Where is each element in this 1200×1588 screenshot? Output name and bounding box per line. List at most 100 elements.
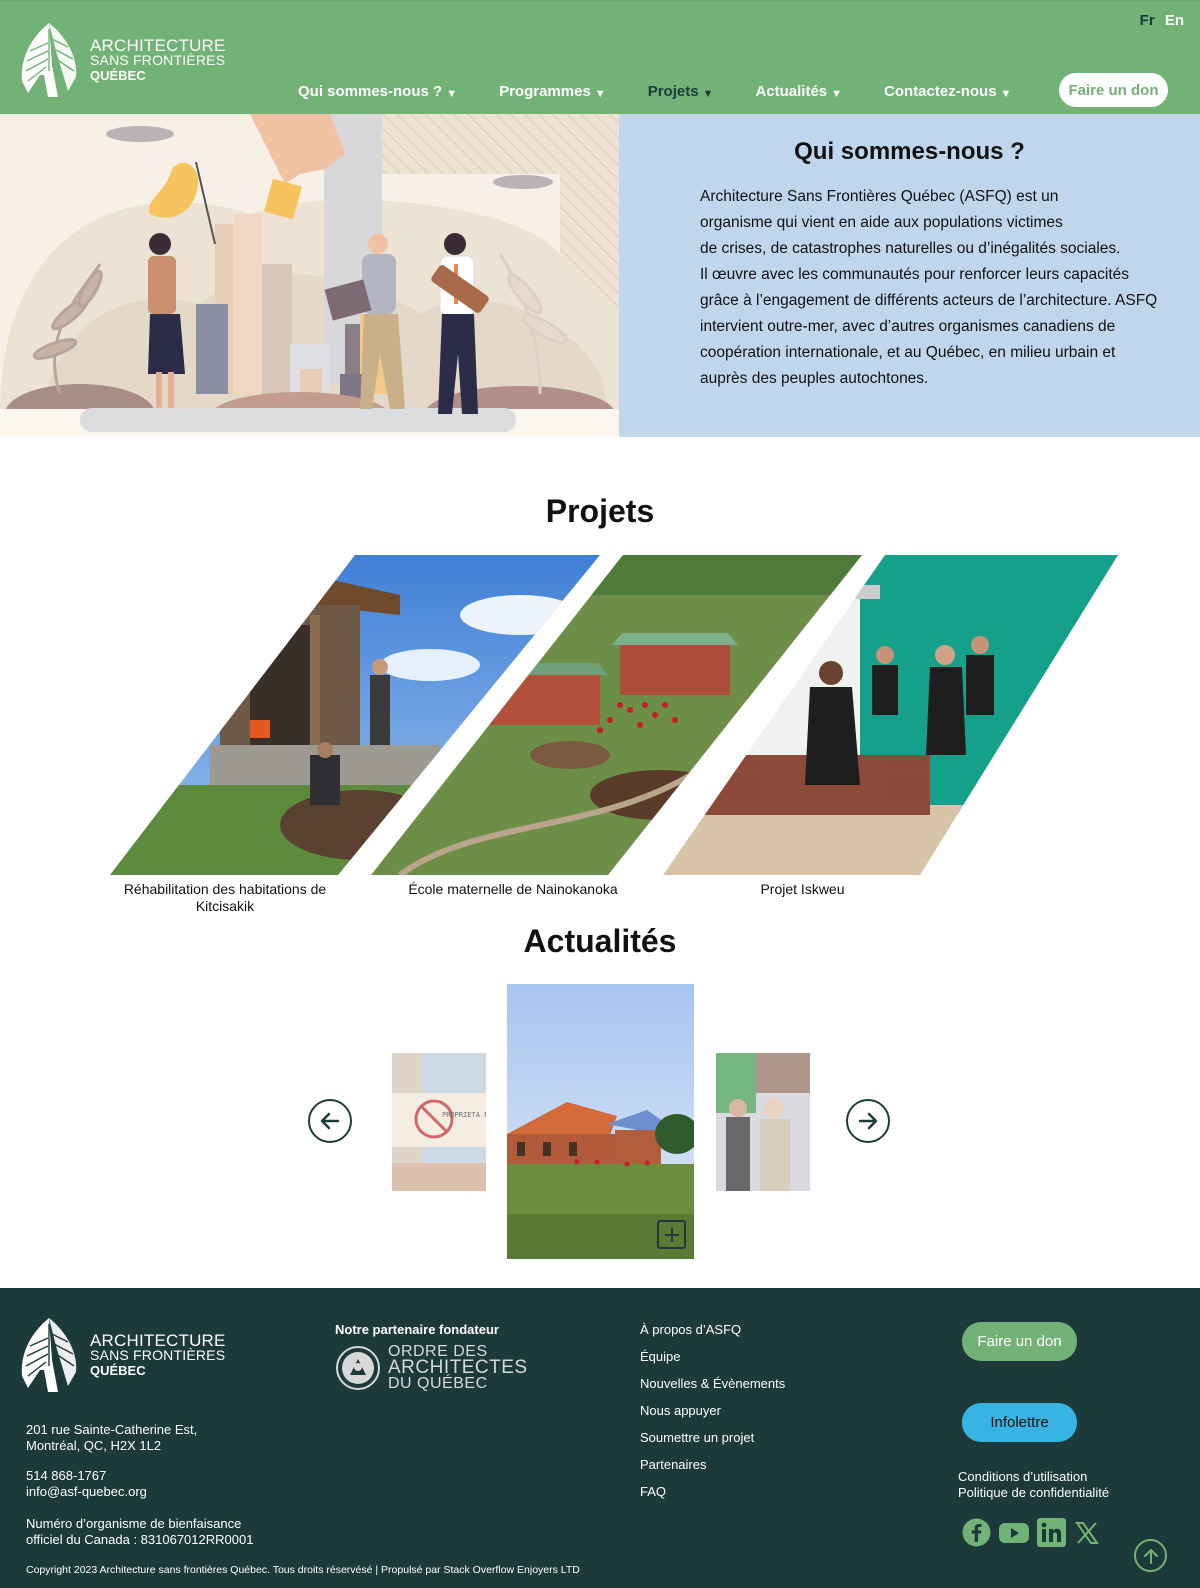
carousel-next-button[interactable]	[846, 1099, 890, 1143]
leaf-a-logo-icon	[21, 23, 77, 97]
news-card-prev[interactable]: PROPRIETA PRIVATA	[392, 1053, 486, 1191]
caret-down-icon: ▼	[702, 87, 714, 100]
about-line: grâce à l’engagement de différents acteu…	[700, 292, 1158, 309]
main-nav: Qui sommes-nous ? ▼ Programmes ▼ Projets…	[298, 83, 1053, 100]
project-caption[interactable]: Réhabilitation des habitations de Kitcis…	[112, 881, 338, 915]
donate-button[interactable]: Faire un don	[1059, 73, 1168, 107]
footer-link-partenaires[interactable]: Partenaires	[640, 1457, 785, 1484]
nav-item-programmes[interactable]: Programmes ▼	[499, 83, 606, 100]
hero-illustration	[0, 114, 619, 437]
caret-down-icon: ▼	[1000, 87, 1012, 100]
projects-title: Projets	[545, 493, 655, 529]
site-footer: ARCHITECTURE SANS FRONTIÈRES QUÉBEC 201 …	[0, 1288, 1200, 1588]
project-caption[interactable]: Projet Iskweu	[700, 881, 905, 898]
footer-link-faq[interactable]: FAQ	[640, 1484, 785, 1511]
about-panel: Qui sommes-nous ? Architecture Sans Fron…	[619, 114, 1200, 437]
nav-label: Contactez-nous	[884, 83, 997, 100]
news-card-next[interactable]	[716, 1053, 810, 1191]
email-link[interactable]: info@asf-quebec.org	[26, 1484, 147, 1500]
copyright-text: Copyright 2023 Architecture sans frontiè…	[26, 1564, 580, 1576]
address-line: Montréal, QC, H2X 1L2	[26, 1438, 162, 1453]
nav-label: Programmes	[499, 83, 591, 100]
oaq-seal-icon	[336, 1346, 380, 1390]
newsletter-button[interactable]: Infolettre	[962, 1403, 1077, 1442]
nav-label: Actualités	[755, 83, 828, 100]
logo-line-1: ARCHITECTURE	[90, 1330, 226, 1350]
language-switcher: Fr En	[1134, 12, 1184, 29]
footer-link-a-propos[interactable]: À propos d’ASFQ	[640, 1322, 785, 1349]
footer-donate-button[interactable]: Faire un don	[962, 1322, 1077, 1361]
partner-line: DU QUÉBEC	[388, 1375, 488, 1392]
sign-text: PROPRIETA PRIVATA	[442, 1111, 486, 1119]
social-links	[962, 1518, 1108, 1547]
project-caption[interactable]: École maternelle de Nainokanoka	[393, 881, 633, 898]
linkedin-icon[interactable]	[1037, 1518, 1066, 1547]
about-line: Architecture Sans Frontières Québec (ASF…	[700, 188, 1059, 205]
caption-line: Kitcisakik	[195, 898, 255, 914]
address-line: 201 rue Sainte-Catherine Est,	[26, 1422, 198, 1437]
youtube-icon[interactable]	[999, 1522, 1029, 1544]
logo-line-3: QUÉBEC	[90, 1362, 146, 1378]
school-building-photo	[507, 984, 694, 1259]
nav-item-actualites[interactable]: Actualités ▼	[755, 83, 842, 100]
caret-down-icon: ▼	[831, 87, 843, 100]
logo-line-2: SANS FRONTIÈRES	[90, 1346, 226, 1363]
about-line: auprès des peuples autochtones.	[700, 370, 929, 387]
back-to-top-button[interactable]	[1134, 1539, 1167, 1572]
footer-charity-number: Numéro d’organisme de bienfaisance offic…	[26, 1516, 253, 1548]
logo-line-2: SANS FRONTIÈRES	[90, 51, 226, 68]
partner-line: ARCHITECTES	[388, 1357, 528, 1378]
about-title: Qui sommes-nous ?	[794, 138, 1025, 165]
caption-line: École maternelle de Nainokanoka	[408, 881, 618, 897]
caret-down-icon: ▼	[594, 87, 606, 100]
about-line: coopération internationale, et au Québec…	[700, 344, 1116, 361]
terms-link[interactable]: Conditions d’utilisation	[958, 1469, 1109, 1485]
arrow-up-icon	[1143, 1548, 1158, 1564]
facebook-icon[interactable]	[962, 1518, 991, 1547]
caption-line: Réhabilitation des habitations de	[123, 881, 327, 897]
legal-links: Conditions d’utilisation Politique de co…	[958, 1469, 1109, 1501]
nav-label: Projets	[647, 83, 699, 100]
footer-link-soumettre[interactable]: Soumettre un projet	[640, 1430, 785, 1457]
site-header: ARCHITECTURE SANS FRONTIÈRES QUÉBEC Fr E…	[0, 0, 1200, 114]
nav-item-qui-sommes-nous[interactable]: Qui sommes-nous ? ▼	[298, 83, 457, 100]
private-property-sign-image: PROPRIETA PRIVATA	[392, 1053, 486, 1191]
nav-item-contactez-nous[interactable]: Contactez-nous ▼	[884, 83, 1011, 100]
news-title: Actualités	[523, 923, 677, 959]
phone-number[interactable]: 514 868-1767	[26, 1468, 147, 1484]
footer-links: À propos d’ASFQ Équipe Nouvelles & Évène…	[640, 1322, 785, 1511]
event-people-photo	[716, 1053, 810, 1191]
logo-line-3: QUÉBEC	[90, 67, 146, 83]
plus-icon	[664, 1227, 679, 1242]
footer-address: 201 rue Sainte-Catherine Est, Montréal, …	[26, 1422, 197, 1454]
logo-line-1: ARCHITECTURE	[90, 35, 226, 55]
community-building-illustration	[0, 114, 619, 437]
footer-link-equipe[interactable]: Équipe	[640, 1349, 785, 1376]
footer-link-nouvelles[interactable]: Nouvelles & Évènements	[640, 1376, 785, 1403]
charity-line: Numéro d’organisme de bienfaisance	[26, 1516, 242, 1531]
footer-contact: 514 868-1767 info@asf-quebec.org	[26, 1468, 147, 1500]
arrow-right-icon	[858, 1112, 878, 1130]
lang-en-link[interactable]: En	[1165, 12, 1184, 29]
oaq-partner-logo[interactable]: ORDRE DES ARCHITECTES DU QUÉBEC	[335, 1344, 528, 1392]
news-card-current[interactable]	[507, 984, 694, 1259]
privacy-link[interactable]: Politique de confidentialité	[958, 1485, 1109, 1501]
expand-news-button[interactable]	[657, 1220, 686, 1249]
nav-label: Qui sommes-nous ?	[298, 83, 443, 100]
caret-down-icon: ▼	[446, 87, 458, 100]
projects-gallery	[110, 555, 1118, 875]
caption-line: Projet Iskweu	[760, 881, 845, 897]
arrow-left-icon	[320, 1112, 340, 1130]
charity-line: officiel du Canada : 831067012RR0001	[26, 1532, 254, 1547]
x-icon[interactable]	[1074, 1520, 1100, 1546]
asfq-logo[interactable]: ARCHITECTURE SANS FRONTIÈRES QUÉBEC	[18, 21, 228, 99]
leaf-a-logo-icon	[21, 1318, 77, 1392]
about-text: Architecture Sans Frontières Québec (ASF…	[700, 184, 1180, 392]
nav-item-projets[interactable]: Projets ▼	[648, 83, 714, 100]
about-line: Il œuvre avec les communautés pour renfo…	[700, 266, 1130, 283]
lang-fr-link[interactable]: Fr	[1140, 12, 1155, 29]
about-line: de crises, de catastrophes naturelles ou…	[700, 240, 1121, 257]
footer-link-nous-appuyer[interactable]: Nous appuyer	[640, 1403, 785, 1430]
carousel-prev-button[interactable]	[308, 1099, 352, 1143]
footer-asfq-logo[interactable]: ARCHITECTURE SANS FRONTIÈRES QUÉBEC	[18, 1316, 226, 1394]
